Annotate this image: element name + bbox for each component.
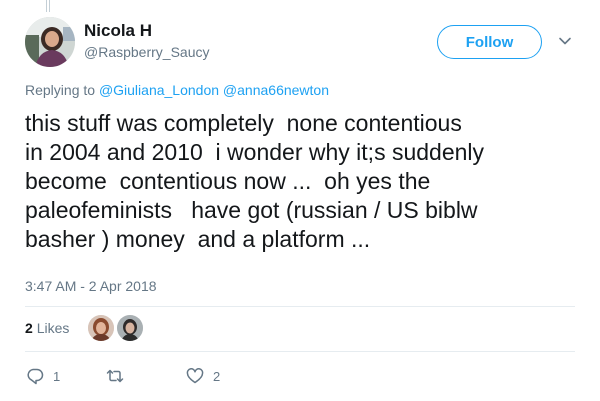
mention-link[interactable]: @Giuliana_London: [99, 82, 219, 98]
retweet-button[interactable]: [105, 366, 133, 386]
retweet-icon: [106, 369, 124, 383]
likes-count[interactable]: 2 Likes: [25, 320, 69, 336]
divider: [25, 306, 575, 307]
like-count: 2: [213, 368, 221, 384]
like-button[interactable]: 2: [185, 366, 220, 386]
user-handle[interactable]: @Raspberry_Saucy: [84, 42, 210, 62]
heart-icon: [186, 368, 204, 384]
follow-button[interactable]: Follow: [437, 25, 542, 59]
reply-count: 1: [53, 368, 61, 384]
avatar-image: [25, 17, 75, 67]
tweet-text: this stuff was completely none contentio…: [25, 110, 485, 252]
thread-connector: [46, 0, 50, 12]
liker-avatar-image: [88, 315, 114, 341]
liker-avatar[interactable]: [117, 315, 143, 341]
timestamp[interactable]: 3:47 AM - 2 Apr 2018: [25, 278, 157, 294]
divider: [25, 351, 575, 352]
likes-label: Likes: [36, 320, 70, 336]
reply-context: Replying to @Giuliana_London @anna66newt…: [25, 82, 329, 98]
chevron-down-icon[interactable]: [556, 32, 574, 50]
avatar[interactable]: [25, 17, 75, 67]
reply-icon: [27, 368, 44, 385]
reply-button[interactable]: 1: [25, 366, 60, 386]
likes-number: 2: [25, 320, 33, 336]
display-name[interactable]: Nicola H: [84, 20, 210, 41]
liker-avatar[interactable]: [88, 315, 114, 341]
reply-prefix: Replying to: [25, 82, 96, 98]
tweet-header: Nicola H @Raspberry_Saucy Follow: [25, 16, 585, 68]
mention-link[interactable]: @anna66newton: [223, 82, 329, 98]
liker-avatar-image: [117, 315, 143, 341]
